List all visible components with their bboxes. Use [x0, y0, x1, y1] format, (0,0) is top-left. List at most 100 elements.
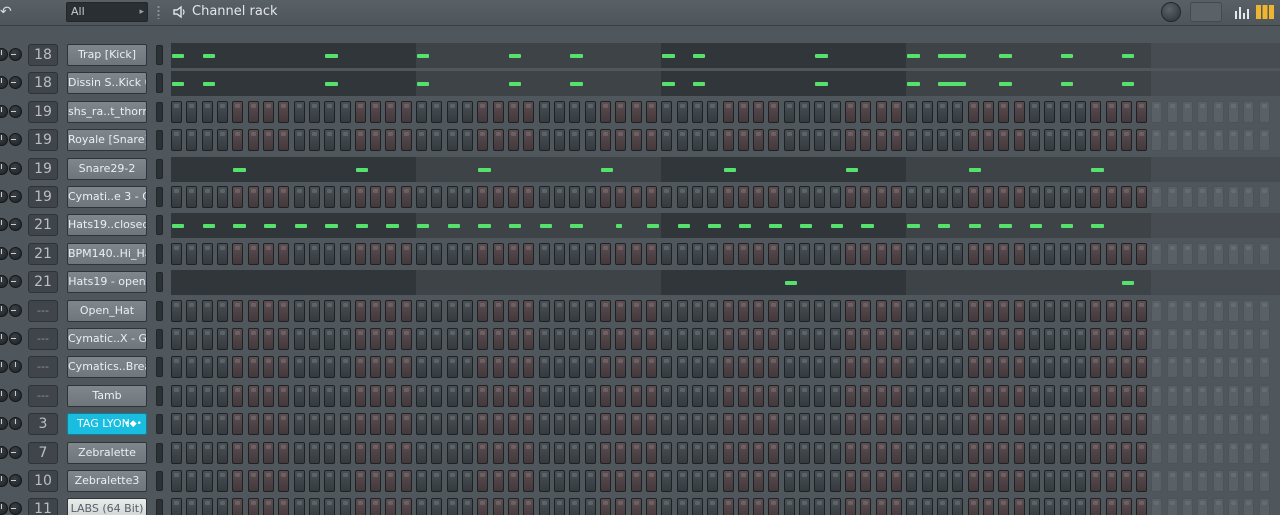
step-button[interactable]: [860, 384, 872, 407]
step-button[interactable]: [171, 441, 182, 464]
step-button[interactable]: [829, 129, 841, 152]
step-button[interactable]: [262, 242, 274, 265]
step-button[interactable]: [1044, 356, 1056, 379]
step-button[interactable]: [814, 186, 826, 208]
step-button[interactable]: [554, 100, 565, 123]
step-button[interactable]: [1059, 129, 1071, 152]
step-button[interactable]: [1151, 328, 1163, 350]
step-button[interactable]: [676, 441, 688, 464]
step-button[interactable]: [324, 441, 336, 464]
step-button[interactable]: [707, 441, 719, 464]
step-button[interactable]: [508, 498, 520, 515]
step-button[interactable]: [171, 413, 182, 436]
step-button[interactable]: [538, 356, 550, 379]
step-button[interactable]: [1120, 384, 1132, 407]
step-button[interactable]: [737, 470, 749, 492]
step-button[interactable]: [691, 100, 703, 123]
mixer-track-selector[interactable]: 21: [28, 214, 58, 237]
step-button[interactable]: [1182, 328, 1194, 350]
step-button[interactable]: [462, 129, 474, 152]
step-button[interactable]: [293, 470, 305, 492]
step-button[interactable]: [1182, 299, 1194, 322]
step-button[interactable]: [1013, 186, 1025, 208]
step-button[interactable]: [875, 413, 887, 436]
volume-knob[interactable]: [0, 190, 8, 203]
step-button[interactable]: [1074, 413, 1086, 436]
step-button[interactable]: [416, 441, 428, 464]
step-button[interactable]: [1166, 470, 1178, 492]
step-button[interactable]: [523, 100, 535, 123]
step-button[interactable]: [1228, 328, 1240, 350]
step-button[interactable]: [829, 242, 841, 265]
step-button[interactable]: [906, 299, 918, 322]
step-button[interactable]: [278, 498, 290, 515]
step-button[interactable]: [186, 470, 198, 492]
step-button[interactable]: [278, 413, 290, 436]
mixer-track-selector[interactable]: 7: [28, 441, 58, 464]
step-button[interactable]: [508, 129, 520, 152]
step-button[interactable]: [875, 299, 887, 322]
step-button[interactable]: [998, 356, 1010, 379]
step-button[interactable]: [921, 129, 933, 152]
step-button[interactable]: [645, 498, 657, 515]
step-button[interactable]: [783, 328, 795, 350]
step-button[interactable]: [921, 441, 933, 464]
step-button[interactable]: [446, 100, 458, 123]
volume-knob[interactable]: [0, 303, 8, 317]
step-button[interactable]: [599, 328, 611, 350]
step-button[interactable]: [722, 100, 734, 123]
step-button[interactable]: [891, 328, 903, 350]
volume-knob[interactable]: [0, 417, 8, 431]
step-button[interactable]: [232, 242, 244, 265]
step-button[interactable]: [982, 384, 994, 407]
step-button[interactable]: [508, 186, 520, 208]
step-button[interactable]: [523, 328, 535, 350]
step-button[interactable]: [891, 299, 903, 322]
step-button[interactable]: [1136, 356, 1148, 379]
step-button[interactable]: [508, 384, 520, 407]
step-button[interactable]: [1166, 100, 1178, 123]
step-button[interactable]: [906, 470, 918, 492]
step-button[interactable]: [1028, 100, 1040, 123]
pan-knob[interactable]: [9, 218, 22, 232]
step-button[interactable]: [1151, 299, 1163, 322]
step-button[interactable]: [875, 129, 887, 152]
channel-name-button[interactable]: Tamb: [67, 384, 147, 407]
volume-knob[interactable]: [0, 388, 8, 402]
step-button[interactable]: [707, 299, 719, 322]
step-button[interactable]: [768, 441, 780, 464]
step-button[interactable]: [1105, 356, 1117, 379]
step-button[interactable]: [707, 129, 719, 152]
step-button[interactable]: [998, 498, 1010, 515]
step-button[interactable]: [339, 384, 351, 407]
step-button[interactable]: [538, 186, 550, 208]
step-button[interactable]: [630, 413, 642, 436]
step-button[interactable]: [370, 299, 382, 322]
step-button[interactable]: [538, 470, 550, 492]
step-button[interactable]: [1151, 186, 1163, 208]
step-button[interactable]: [262, 100, 274, 123]
step-button[interactable]: [875, 441, 887, 464]
step-button[interactable]: [1166, 186, 1178, 208]
step-button[interactable]: [891, 186, 903, 208]
step-button[interactable]: [676, 470, 688, 492]
mixer-track-selector[interactable]: ---: [28, 299, 58, 322]
step-button[interactable]: [385, 242, 397, 265]
step-button[interactable]: [370, 470, 382, 492]
step-button[interactable]: [1013, 470, 1025, 492]
step-button[interactable]: [462, 100, 474, 123]
step-button[interactable]: [1136, 441, 1148, 464]
step-button[interactable]: [462, 356, 474, 379]
step-button[interactable]: [400, 498, 412, 515]
step-button[interactable]: [232, 356, 244, 379]
step-button[interactable]: [477, 328, 489, 350]
step-button[interactable]: [982, 186, 994, 208]
step-button[interactable]: [921, 413, 933, 436]
step-button[interactable]: [952, 413, 964, 436]
step-button[interactable]: [171, 384, 182, 407]
step-button[interactable]: [1258, 129, 1270, 152]
step-button[interactable]: [1243, 299, 1255, 322]
step-button[interactable]: [186, 299, 198, 322]
step-button[interactable]: [737, 129, 749, 152]
step-button[interactable]: [1258, 299, 1270, 322]
